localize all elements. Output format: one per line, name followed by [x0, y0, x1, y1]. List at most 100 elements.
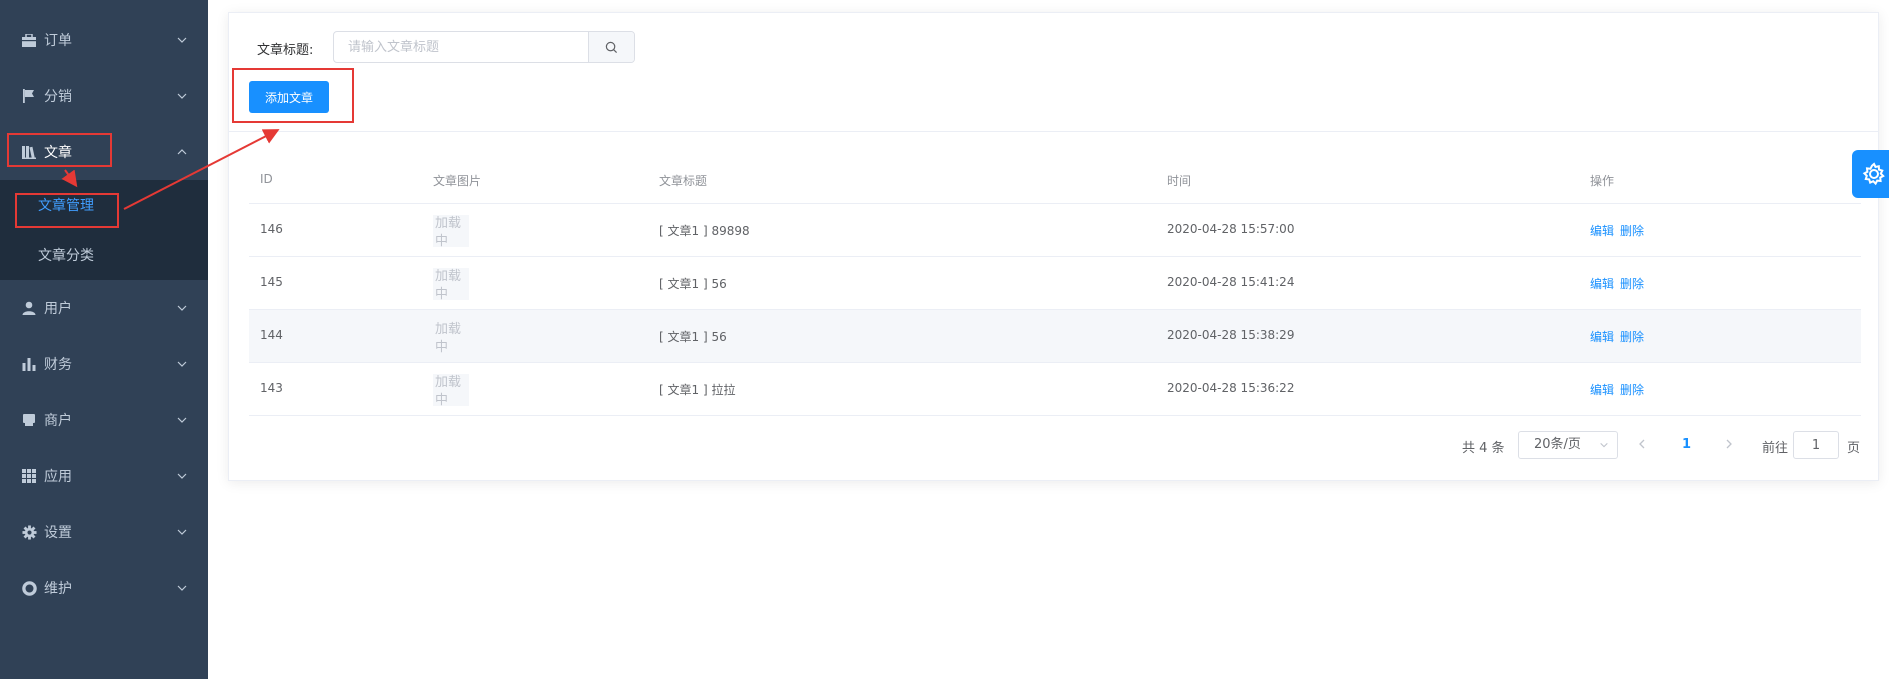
- article-table: ID 文章图片 文章标题 时间 操作 146 加载中 [ 文章1 ] 89898…: [249, 156, 1861, 416]
- page-size-select[interactable]: 20条/页: [1518, 431, 1618, 459]
- shop-icon: [21, 412, 37, 428]
- table-row: 146 加载中 [ 文章1 ] 89898 2020-04-28 15:57:0…: [249, 204, 1861, 257]
- sidebar-item-distribution[interactable]: 分销: [0, 73, 208, 119]
- sidebar-item-finance[interactable]: 财务: [0, 341, 208, 387]
- cell-id: 144: [260, 328, 283, 342]
- edit-link[interactable]: 编辑: [1590, 383, 1614, 397]
- user-icon: [21, 300, 37, 316]
- chevron-down-icon: [177, 473, 187, 479]
- search-icon: [605, 41, 618, 53]
- cell-time: 2020-04-28 15:36:22: [1167, 381, 1295, 395]
- article-image-placeholder: 加载中: [433, 268, 469, 300]
- goto-page-input[interactable]: [1793, 431, 1839, 459]
- column-header-time: 时间: [1167, 174, 1192, 188]
- column-header-ops: 操作: [1590, 174, 1615, 188]
- submenu-item-article-management[interactable]: 文章管理: [0, 180, 208, 230]
- column-header-image: 文章图片: [433, 174, 482, 188]
- search-input[interactable]: [334, 32, 588, 62]
- article-list-card: 文章标题: 添加文章 ID 文章图片 文章标题 时间 操作 146 加载中 [ …: [228, 12, 1879, 481]
- chevron-down-icon: [177, 529, 187, 535]
- pagination: 共 4 条 20条/页 1 前往 页: [229, 431, 1880, 459]
- bar-chart-icon: [21, 356, 37, 372]
- sidebar-item-label: 财务: [44, 357, 72, 373]
- delete-link[interactable]: 删除: [1620, 224, 1644, 238]
- sidebar-item-articles[interactable]: 文章: [0, 129, 208, 175]
- sidebar-item-settings[interactable]: 设置: [0, 509, 208, 555]
- gear-icon: [21, 524, 37, 540]
- goto-prefix: 前往: [1762, 441, 1789, 456]
- page-size-value: 20条/页: [1534, 437, 1581, 452]
- table-row: 143 加载中 [ 文章1 ] 拉拉 2020-04-28 15:36:22 编…: [249, 363, 1861, 416]
- cell-id: 143: [260, 381, 283, 395]
- search-button[interactable]: [588, 32, 634, 62]
- add-article-button[interactable]: 添加文章: [249, 81, 329, 113]
- goto-suffix: 页: [1847, 441, 1861, 456]
- column-header-title: 文章标题: [659, 174, 708, 188]
- delete-link[interactable]: 删除: [1620, 277, 1644, 291]
- cell-time: 2020-04-28 15:41:24: [1167, 275, 1295, 289]
- library-icon: [21, 144, 37, 160]
- sidebar-item-users[interactable]: 用户: [0, 285, 208, 331]
- delete-link[interactable]: 删除: [1620, 383, 1644, 397]
- sidebar-item-label: 设置: [44, 525, 72, 541]
- cell-title: [ 文章1 ] 89898: [659, 224, 750, 238]
- cell-time: 2020-04-28 15:57:00: [1167, 222, 1295, 236]
- sidebar-item-label: 分销: [44, 89, 72, 105]
- lifebuoy-icon: [21, 580, 37, 596]
- sidebar-item-label: 维护: [44, 581, 72, 597]
- grid-icon: [21, 468, 37, 484]
- cell-time: 2020-04-28 15:38:29: [1167, 328, 1295, 342]
- edit-link[interactable]: 编辑: [1590, 224, 1614, 238]
- gear-icon: [1862, 162, 1885, 186]
- column-header-id: ID: [260, 172, 273, 186]
- chevron-down-icon: [177, 417, 187, 423]
- sidebar-item-apps[interactable]: 应用: [0, 453, 208, 499]
- article-image-placeholder: 加载中: [433, 215, 469, 247]
- chevron-down-icon: [177, 305, 187, 311]
- cell-ops: 编辑 删除: [1590, 222, 1650, 239]
- sidebar-item-maintenance[interactable]: 维护: [0, 565, 208, 611]
- submenu-item-article-category[interactable]: 文章分类: [0, 230, 208, 280]
- sidebar: 订单 分销 文章 文章管理 文章分类 用户 财务 商户 应用 设置 维护: [0, 0, 208, 679]
- divider: [229, 131, 1878, 132]
- table-header-row: ID 文章图片 文章标题 时间 操作: [249, 156, 1861, 204]
- chevron-down-icon: [177, 37, 187, 43]
- article-image-placeholder: 加载中: [433, 374, 469, 406]
- table-row: 145 加载中 [ 文章1 ] 56 2020-04-28 15:41:24 编…: [249, 257, 1861, 310]
- sidebar-item-label: 订单: [44, 33, 72, 49]
- article-submenu: 文章管理 文章分类: [0, 180, 208, 280]
- pagination-total: 共 4 条: [1462, 441, 1505, 456]
- chevron-down-icon: [177, 93, 187, 99]
- edit-link[interactable]: 编辑: [1590, 330, 1614, 344]
- edit-link[interactable]: 编辑: [1590, 277, 1614, 291]
- cell-id: 146: [260, 222, 283, 236]
- cell-ops: 编辑 删除: [1590, 381, 1650, 398]
- cell-id: 145: [260, 275, 283, 289]
- chevron-down-icon: [177, 361, 187, 367]
- prev-page-button[interactable]: [1636, 438, 1648, 450]
- next-page-button[interactable]: [1723, 438, 1735, 450]
- flag-icon: [21, 88, 37, 104]
- briefcase-icon: [21, 32, 37, 48]
- cell-title: [ 文章1 ] 拉拉: [659, 383, 736, 397]
- chevron-down-icon: [1600, 442, 1608, 448]
- sidebar-item-label: 应用: [44, 469, 72, 485]
- page-number-current[interactable]: 1: [1682, 437, 1691, 452]
- chevron-down-icon: [177, 585, 187, 591]
- cell-title: [ 文章1 ] 56: [659, 277, 727, 291]
- settings-float-button[interactable]: [1852, 150, 1889, 198]
- search-box: [333, 31, 635, 63]
- table-row: 144 加载中 [ 文章1 ] 56 2020-04-28 15:38:29 编…: [249, 310, 1861, 363]
- sidebar-item-label: 商户: [44, 413, 72, 429]
- delete-link[interactable]: 删除: [1620, 330, 1644, 344]
- sidebar-item-label: 用户: [44, 301, 72, 317]
- sidebar-item-label: 文章: [44, 145, 72, 161]
- sidebar-item-orders[interactable]: 订单: [0, 17, 208, 63]
- filter-label: 文章标题:: [257, 43, 314, 58]
- sidebar-item-merchants[interactable]: 商户: [0, 397, 208, 443]
- article-image-placeholder: 加载中: [433, 321, 469, 353]
- cell-ops: 编辑 删除: [1590, 275, 1650, 292]
- cell-title: [ 文章1 ] 56: [659, 330, 727, 344]
- cell-ops: 编辑 删除: [1590, 328, 1650, 345]
- chevron-up-icon: [177, 149, 187, 155]
